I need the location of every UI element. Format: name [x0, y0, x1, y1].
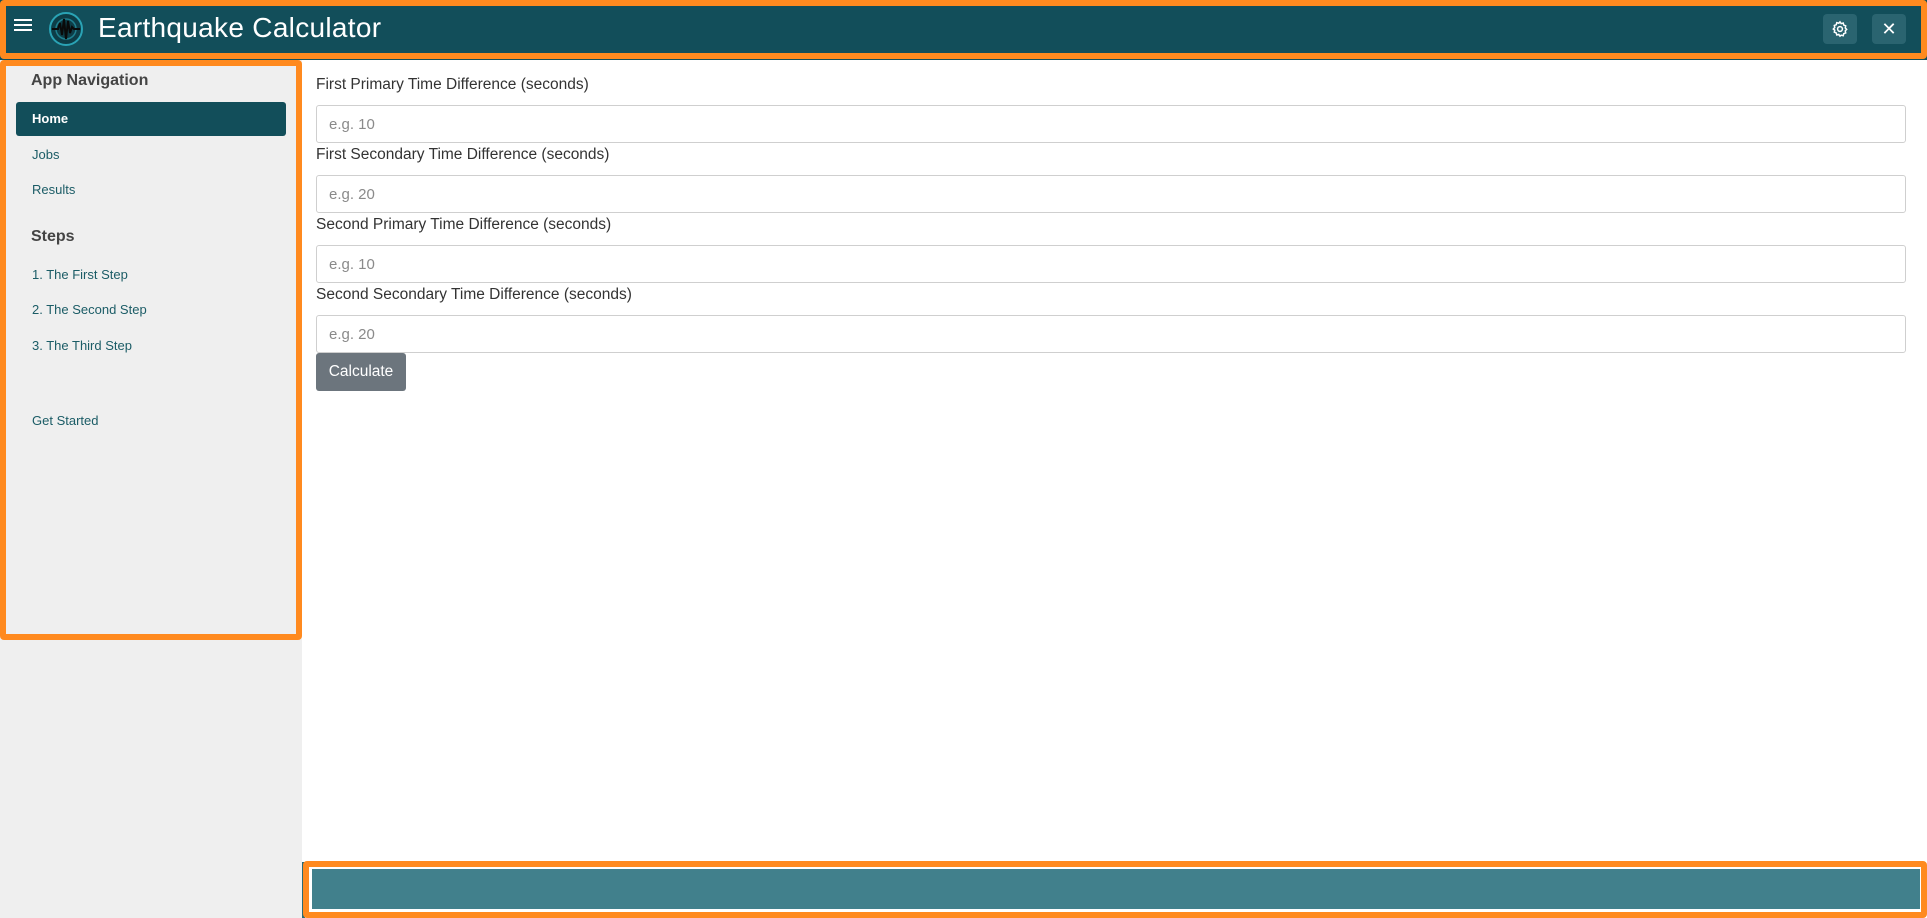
second-secondary-input[interactable]	[316, 315, 1906, 353]
get-started-link[interactable]: Get Started	[16, 404, 286, 438]
sidebar-item-step-2[interactable]: 2. The Second Step	[16, 293, 286, 327]
app-title: Earthquake Calculator	[98, 12, 382, 43]
footer-divider	[302, 862, 305, 918]
sidebar: App Navigation Home Jobs Results Steps 1…	[0, 60, 302, 918]
first-primary-label: First Primary Time Difference (seconds)	[316, 76, 589, 93]
first-primary-input[interactable]	[316, 105, 1906, 143]
sidebar-item-step-1[interactable]: 1. The First Step	[16, 258, 286, 292]
footer-bar	[312, 869, 1920, 909]
second-primary-input[interactable]	[316, 245, 1906, 283]
sidebar-item-jobs[interactable]: Jobs	[16, 138, 286, 172]
second-secondary-label: Second Secondary Time Difference (second…	[316, 286, 632, 303]
settings-button[interactable]	[1823, 14, 1857, 44]
seismograph-logo-icon	[48, 11, 84, 47]
nav-heading: App Navigation	[31, 72, 149, 89]
close-button[interactable]: ✕	[1872, 14, 1906, 44]
app-header: Earthquake Calculator ✕	[0, 0, 1927, 60]
sidebar-item-home[interactable]: Home	[16, 102, 286, 136]
sidebar-item-results[interactable]: Results	[16, 173, 286, 207]
close-icon: ✕	[1881, 19, 1897, 39]
sidebar-item-step-3[interactable]: 3. The Third Step	[16, 329, 286, 363]
first-secondary-label: First Secondary Time Difference (seconds…	[316, 146, 610, 163]
hamburger-menu-icon[interactable]	[14, 16, 32, 34]
first-secondary-input[interactable]	[316, 175, 1906, 213]
steps-heading: Steps	[31, 228, 75, 245]
calculate-button[interactable]: Calculate	[316, 353, 406, 391]
second-primary-label: Second Primary Time Difference (seconds)	[316, 216, 612, 233]
gear-icon	[1832, 20, 1848, 38]
